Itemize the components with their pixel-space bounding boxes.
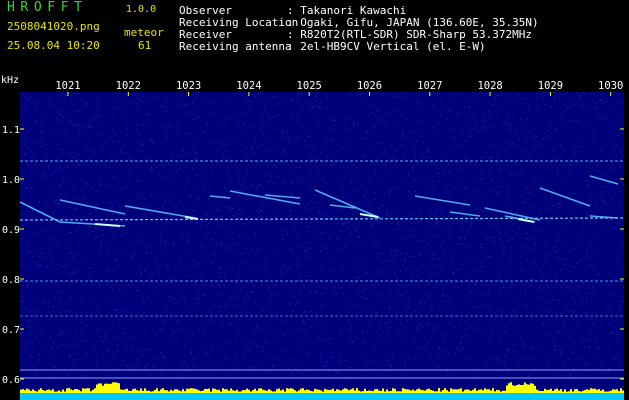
spectrogram: 1021 1022 1023 1024 1025 1026 1027 1028 1029 1030… xyxy=(0,74,629,400)
x-tick-label: 1028 xyxy=(477,80,502,92)
x-tick-label: 1022 xyxy=(116,80,141,92)
x-tick-label: 1024 xyxy=(236,80,261,92)
x-tick-label: 1023 xyxy=(176,80,201,92)
y-tick-label: 0.8 xyxy=(2,275,20,286)
level-base xyxy=(20,393,624,400)
antenna-label: Receiving antenna xyxy=(179,40,292,53)
meteor-count: 61 xyxy=(138,39,152,52)
y-unit-label: kHz xyxy=(1,75,20,86)
meteor-label: meteor xyxy=(124,26,164,39)
date-time: 25.08.04 10:20 xyxy=(7,39,100,52)
antenna-value: : 2el-HB9CV Vertical (el. E-W) xyxy=(287,40,486,53)
x-tick-label: 1030 xyxy=(598,80,623,92)
y-tick-label: 0.9 xyxy=(2,225,20,236)
x-tick-label: 1029 xyxy=(538,80,563,92)
y-tick-label: 0.6 xyxy=(2,375,20,386)
x-tick-label: 1026 xyxy=(357,80,382,92)
y-tick-label: 1.1 xyxy=(2,125,20,136)
y-tick-label: 0.7 xyxy=(2,325,20,336)
x-tick-label: 1027 xyxy=(417,80,442,92)
app-title: HROFFT xyxy=(7,0,88,15)
file-name: 2508041020.png xyxy=(7,20,100,33)
app-version: 1.0.0 xyxy=(126,4,157,15)
y-tick-label: 1.0 xyxy=(2,175,20,186)
x-tick-label: 1025 xyxy=(297,80,322,92)
header-panel: HROFFT 1.0.0 2508041020.png 25.08.04 10:… xyxy=(0,0,629,74)
x-tick-label: 1021 xyxy=(55,80,80,92)
